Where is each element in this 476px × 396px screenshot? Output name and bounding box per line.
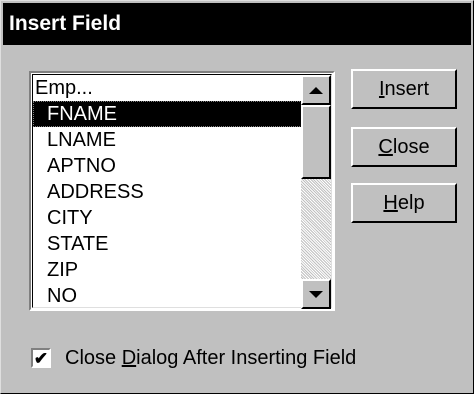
label-part-2: ialog After Inserting Field xyxy=(136,346,357,369)
arrow-down-icon xyxy=(309,290,323,298)
scrollbar-thumb[interactable] xyxy=(301,105,331,179)
list-item[interactable]: CITY xyxy=(33,205,302,231)
close-dialog-checkbox[interactable]: ✔ xyxy=(31,348,51,368)
close-dialog-label[interactable]: Close Dialog After Inserting Field xyxy=(65,347,356,370)
help-mnemonic: H xyxy=(383,191,398,214)
help-button[interactable]: Help xyxy=(351,183,457,223)
list-item[interactable]: ZIP xyxy=(33,257,302,283)
arrow-up-icon xyxy=(309,86,323,94)
list-item[interactable]: ADDRESS xyxy=(33,179,302,205)
list-item[interactable]: NO xyxy=(33,283,302,309)
label-mnemonic: D xyxy=(121,346,137,369)
vertical-scrollbar[interactable] xyxy=(301,75,331,309)
scroll-down-button[interactable] xyxy=(301,279,331,309)
listbox-frame: Emp... FNAME LNAME APTNO ADDRESS CITY STATE ZIP… xyxy=(32,74,332,309)
dialog-title: Insert Field xyxy=(3,3,471,45)
list-item[interactable]: LNAME xyxy=(33,127,302,153)
label-part-1: Close xyxy=(65,346,122,369)
help-label-rest: elp xyxy=(397,191,425,214)
field-listbox[interactable]: Emp... FNAME LNAME APTNO ADDRESS CITY STATE ZIP… xyxy=(29,71,335,311)
insert-label-rest: nsert xyxy=(384,77,430,100)
close-mnemonic: C xyxy=(378,135,393,158)
list-item[interactable]: APTNO xyxy=(33,153,302,179)
insert-field-dialog: Insert Field Emp... FNAME LNAME APTNO ADDRES… xyxy=(0,0,474,394)
list-item[interactable]: Emp... xyxy=(33,75,302,101)
checkmark-icon: ✔ xyxy=(33,348,49,368)
close-dialog-option[interactable]: ✔ Close Dialog After Inserting Field xyxy=(31,345,356,371)
insert-button[interactable]: Insert xyxy=(351,69,457,109)
close-button[interactable]: Close xyxy=(351,127,457,167)
scroll-up-button[interactable] xyxy=(301,75,331,105)
close-label-rest: lose xyxy=(392,135,430,158)
list-item[interactable]: FNAME xyxy=(33,101,302,127)
field-list-items: Emp... FNAME LNAME APTNO ADDRESS CITY STATE ZIP… xyxy=(33,75,302,309)
list-item[interactable]: STATE xyxy=(33,231,302,257)
